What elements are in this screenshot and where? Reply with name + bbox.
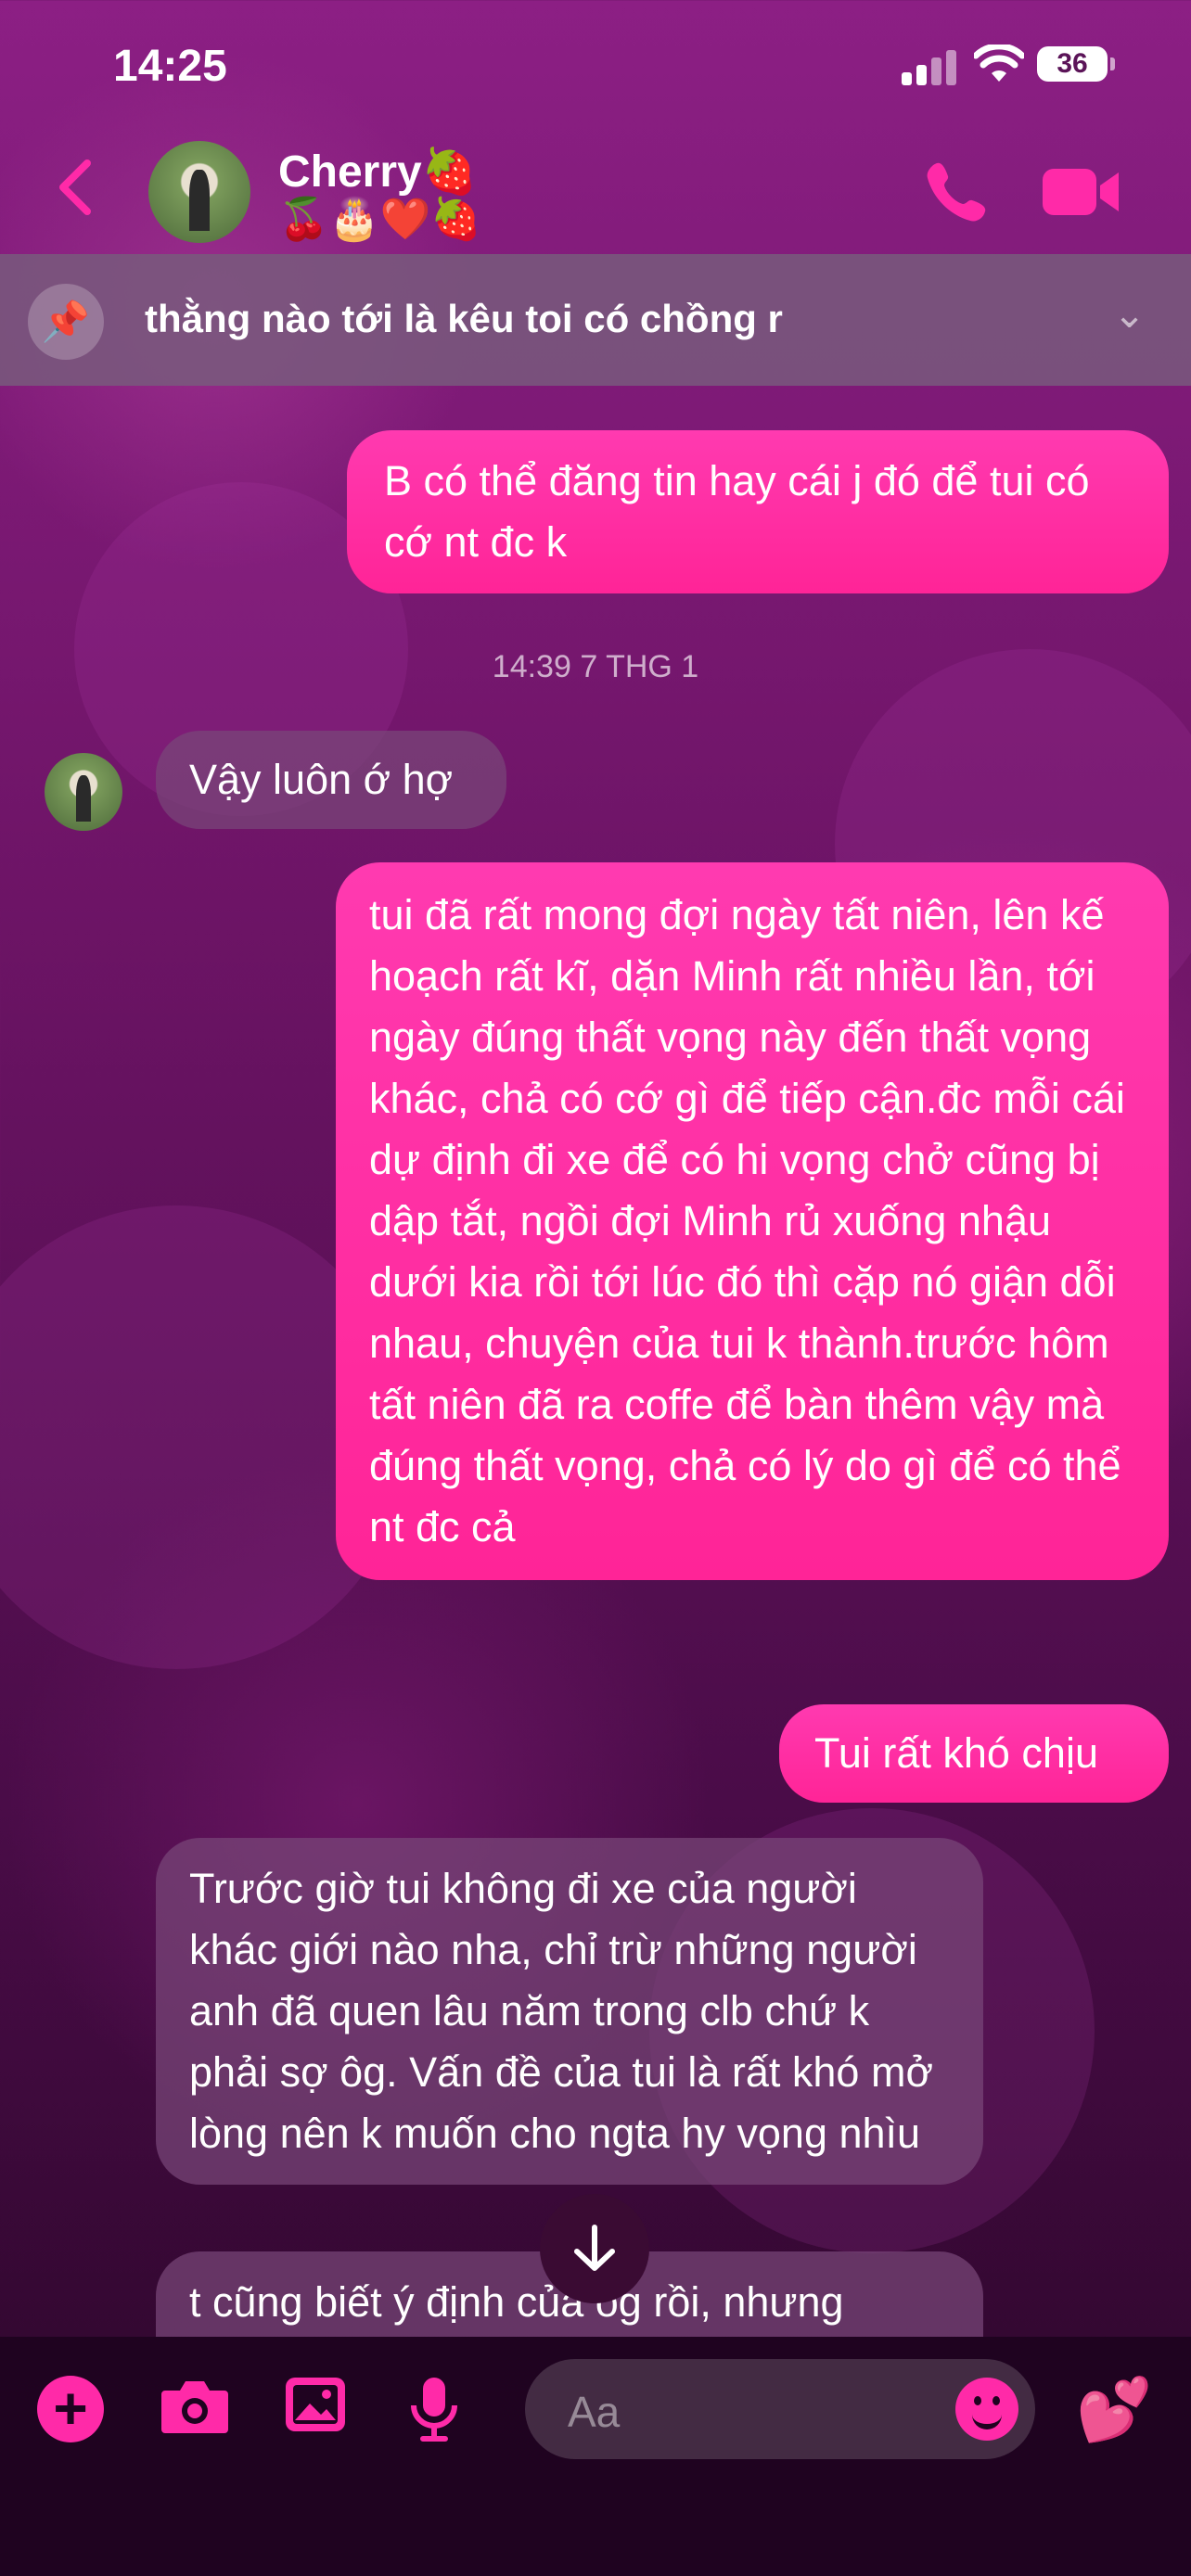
pinned-message-banner[interactable]: 📌 thằng nào tới là kêu toi có chồng r ⌄ xyxy=(0,254,1191,386)
wifi-icon xyxy=(972,43,1026,94)
microphone-icon xyxy=(411,2378,457,2442)
incoming-message[interactable]: Vậy luôn ớ hợ xyxy=(156,731,506,829)
chevron-left-icon xyxy=(59,159,91,215)
chat-header: Cherry🍓 🍒🎂❤️🍓 xyxy=(0,130,1191,260)
audio-call-button[interactable] xyxy=(924,158,991,224)
video-camera-icon xyxy=(1043,169,1119,215)
back-button[interactable] xyxy=(56,158,93,227)
chevron-down-icon[interactable]: ⌄ xyxy=(1113,291,1146,337)
pinned-message-text: thằng nào tới là kêu toi có chồng r xyxy=(145,297,783,340)
message-input-placeholder: Aa xyxy=(568,2388,621,2436)
incoming-message[interactable]: Trước giờ tui không đi xe của người khác… xyxy=(156,1838,983,2185)
scroll-to-bottom-button[interactable] xyxy=(540,2194,649,2303)
camera-button[interactable] xyxy=(160,2376,230,2440)
contact-nickname-emoji: 🍒🎂❤️🍓 xyxy=(278,197,482,242)
video-call-button[interactable] xyxy=(1043,165,1121,219)
status-time: 14:25 xyxy=(113,42,227,91)
outgoing-message[interactable]: B có thể đăng tin hay cái j đó để tui có… xyxy=(347,430,1169,593)
contact-avatar[interactable] xyxy=(148,141,250,243)
emoji-icon[interactable] xyxy=(955,2378,1018,2441)
phone-icon xyxy=(927,162,986,222)
cellular-signal-icon xyxy=(902,48,959,85)
voice-message-button[interactable] xyxy=(408,2376,460,2447)
contact-avatar-small[interactable] xyxy=(45,753,122,831)
message-timestamp: 14:39 7 THG 1 xyxy=(492,649,699,684)
camera-icon xyxy=(161,2381,228,2433)
outgoing-message[interactable]: Tui rất khó chịu xyxy=(779,1704,1169,1803)
contact-name[interactable]: Cherry🍓 xyxy=(278,145,478,198)
battery-icon: 36 xyxy=(1037,46,1115,82)
pin-icon: 📌 xyxy=(28,284,104,360)
arrow-down-icon xyxy=(574,2225,615,2271)
message-composer: + Aa 💕 xyxy=(0,2337,1191,2576)
gallery-button[interactable] xyxy=(284,2376,347,2438)
message-input[interactable]: Aa xyxy=(525,2359,1035,2459)
image-icon xyxy=(286,2378,345,2431)
outgoing-message[interactable]: tui đã rất mong đợi ngày tất niên, lên k… xyxy=(336,862,1169,1580)
hearts-icon[interactable]: 💕 xyxy=(1076,2374,1152,2446)
add-button[interactable]: + xyxy=(37,2376,104,2442)
status-bar: 14:25 36 xyxy=(0,0,1191,130)
